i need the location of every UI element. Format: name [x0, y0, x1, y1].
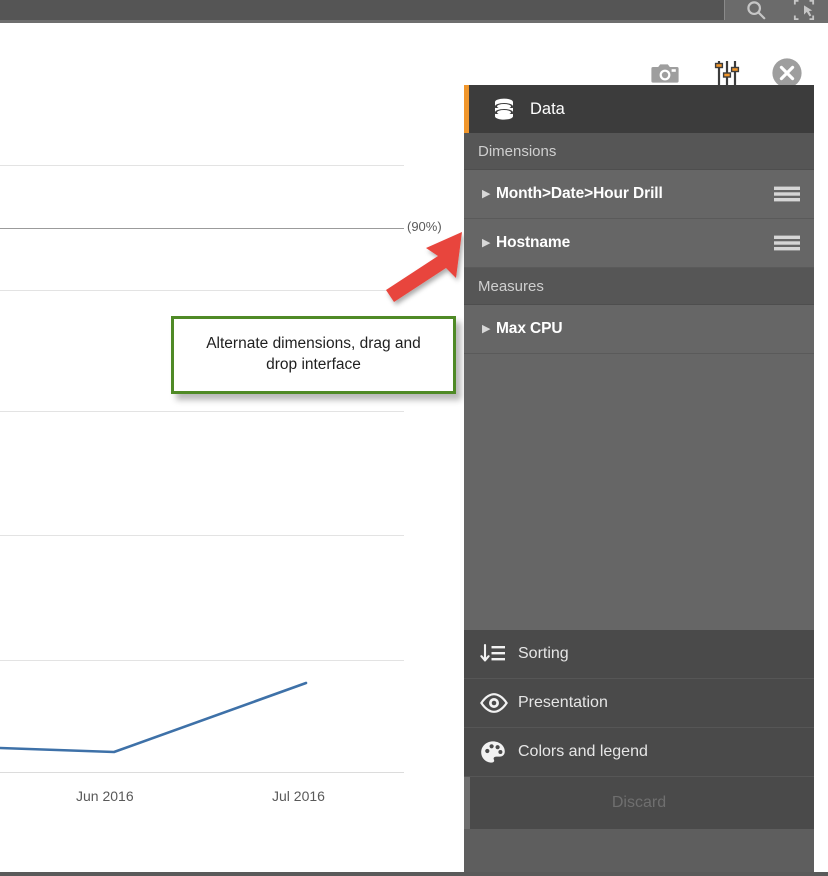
triangle-right-icon[interactable]: ▶ — [482, 323, 496, 335]
bottom-bar — [0, 872, 828, 876]
dimension-item-hostname[interactable]: ▶ Hostname — [464, 219, 814, 268]
x-axis-tick-label: Jul 2016 — [272, 788, 325, 804]
line-chart[interactable]: (90%) Jun 2016 Jul 2016 — [0, 23, 464, 872]
dimension-label: Month>Date>Hour Drill — [496, 185, 663, 202]
measure-item-max-cpu[interactable]: ▶ Max CPU — [464, 305, 814, 354]
section-label-measures: Measures — [464, 268, 814, 305]
option-colors-and-legend[interactable]: Colors and legend — [464, 728, 814, 777]
dimension-label: Hostname — [496, 234, 571, 251]
drag-handle-icon[interactable] — [774, 185, 800, 203]
panel-footer: Discard — [464, 777, 814, 829]
option-label: Presentation — [518, 694, 608, 711]
sort-icon — [480, 643, 518, 665]
section-label-dimensions: Dimensions — [464, 133, 814, 170]
properties-panel: Data Dimensions ▶ Month>Date>Hour Drill — [464, 85, 814, 875]
database-icon — [492, 97, 516, 121]
app-window: (90%) Jun 2016 Jul 2016 Alternate dimens… — [0, 0, 828, 876]
top-toolbar — [0, 0, 828, 21]
triangle-right-icon[interactable]: ▶ — [482, 188, 496, 200]
panel-header-data[interactable]: Data — [464, 85, 814, 133]
section-title: Dimensions — [478, 142, 557, 160]
chart-series-line — [0, 681, 308, 754]
measure-label: Max CPU — [496, 320, 563, 337]
dimension-item-month-date-hour-drill[interactable]: ▶ Month>Date>Hour Drill — [464, 170, 814, 219]
option-sorting[interactable]: Sorting — [464, 630, 814, 679]
eye-icon — [480, 693, 518, 713]
top-toolbar-right-group — [724, 0, 828, 21]
option-label: Colors and legend — [518, 743, 648, 760]
x-axis-tick-label: Jun 2016 — [76, 788, 134, 804]
annotation-callout: Alternate dimensions, drag and drop inte… — [171, 316, 456, 394]
annotation-text: Alternate dimensions, drag and drop inte… — [206, 335, 421, 373]
option-presentation[interactable]: Presentation — [464, 679, 814, 728]
content-area: (90%) Jun 2016 Jul 2016 Alternate dimens… — [0, 23, 828, 875]
palette-icon — [480, 740, 518, 764]
section-title: Measures — [478, 277, 544, 295]
annotation-arrow-icon — [386, 232, 462, 302]
panel-header-label: Data — [530, 99, 565, 118]
discard-button[interactable]: Discard — [612, 794, 666, 812]
triangle-right-icon[interactable]: ▶ — [482, 237, 496, 249]
option-label: Sorting — [518, 645, 569, 662]
drag-handle-icon[interactable] — [774, 234, 800, 252]
panel-empty-space — [464, 354, 814, 630]
